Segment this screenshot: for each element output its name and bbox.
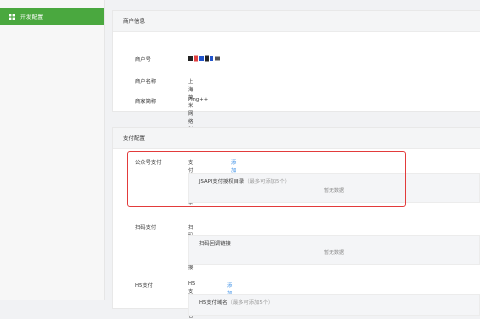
sidebar-item-label: 开发配置 bbox=[20, 15, 44, 21]
merchant-name-label: 商户名称 bbox=[135, 79, 157, 85]
merchant-info-card: 商户信息 商户号 商户名称 上海简米网络科技有限公司 商家简称 Ping++ bbox=[112, 10, 480, 173]
scan-callback-label: 扫码回调链接 bbox=[199, 240, 231, 247]
h5-domain-label: H5支付域名 bbox=[199, 299, 228, 306]
scan-pay-label: 扫码支付 bbox=[135, 225, 157, 231]
merchant-id-label: 商户号 bbox=[135, 57, 151, 63]
redacted-merchant-id bbox=[188, 55, 222, 64]
merchant-info-title: 商户信息 bbox=[113, 11, 480, 32]
sidebar: 开发配置 bbox=[0, 0, 105, 300]
grid-icon bbox=[9, 13, 15, 20]
merchant-short-name-value: Ping++ bbox=[188, 97, 209, 103]
pay-config-title: 支付配置 bbox=[113, 128, 480, 149]
h5-domain-header: H5支付域名 （最多可添加5个） bbox=[189, 295, 479, 308]
scan-callback-box: 扫码回调链接 暂无数据 bbox=[188, 235, 480, 265]
sidebar-item-dev-config[interactable]: 开发配置 bbox=[0, 8, 104, 25]
scan-callback-header: 扫码回调链接 bbox=[189, 236, 479, 249]
merchant-short-name-label: 商家简称 bbox=[135, 99, 157, 105]
h5-pay-label: H5支付 bbox=[135, 283, 153, 289]
h5-domain-box: H5支付域名 （最多可添加5个） bbox=[188, 294, 480, 316]
main-content: 商户信息 商户号 商户名称 上海简米网络科技有限公司 商家简称 Ping++ bbox=[112, 0, 480, 319]
h5-domain-hint: （最多可添加5个） bbox=[227, 299, 274, 306]
highlight-box bbox=[127, 151, 406, 207]
scan-callback-empty: 暂无数据 bbox=[323, 250, 344, 256]
